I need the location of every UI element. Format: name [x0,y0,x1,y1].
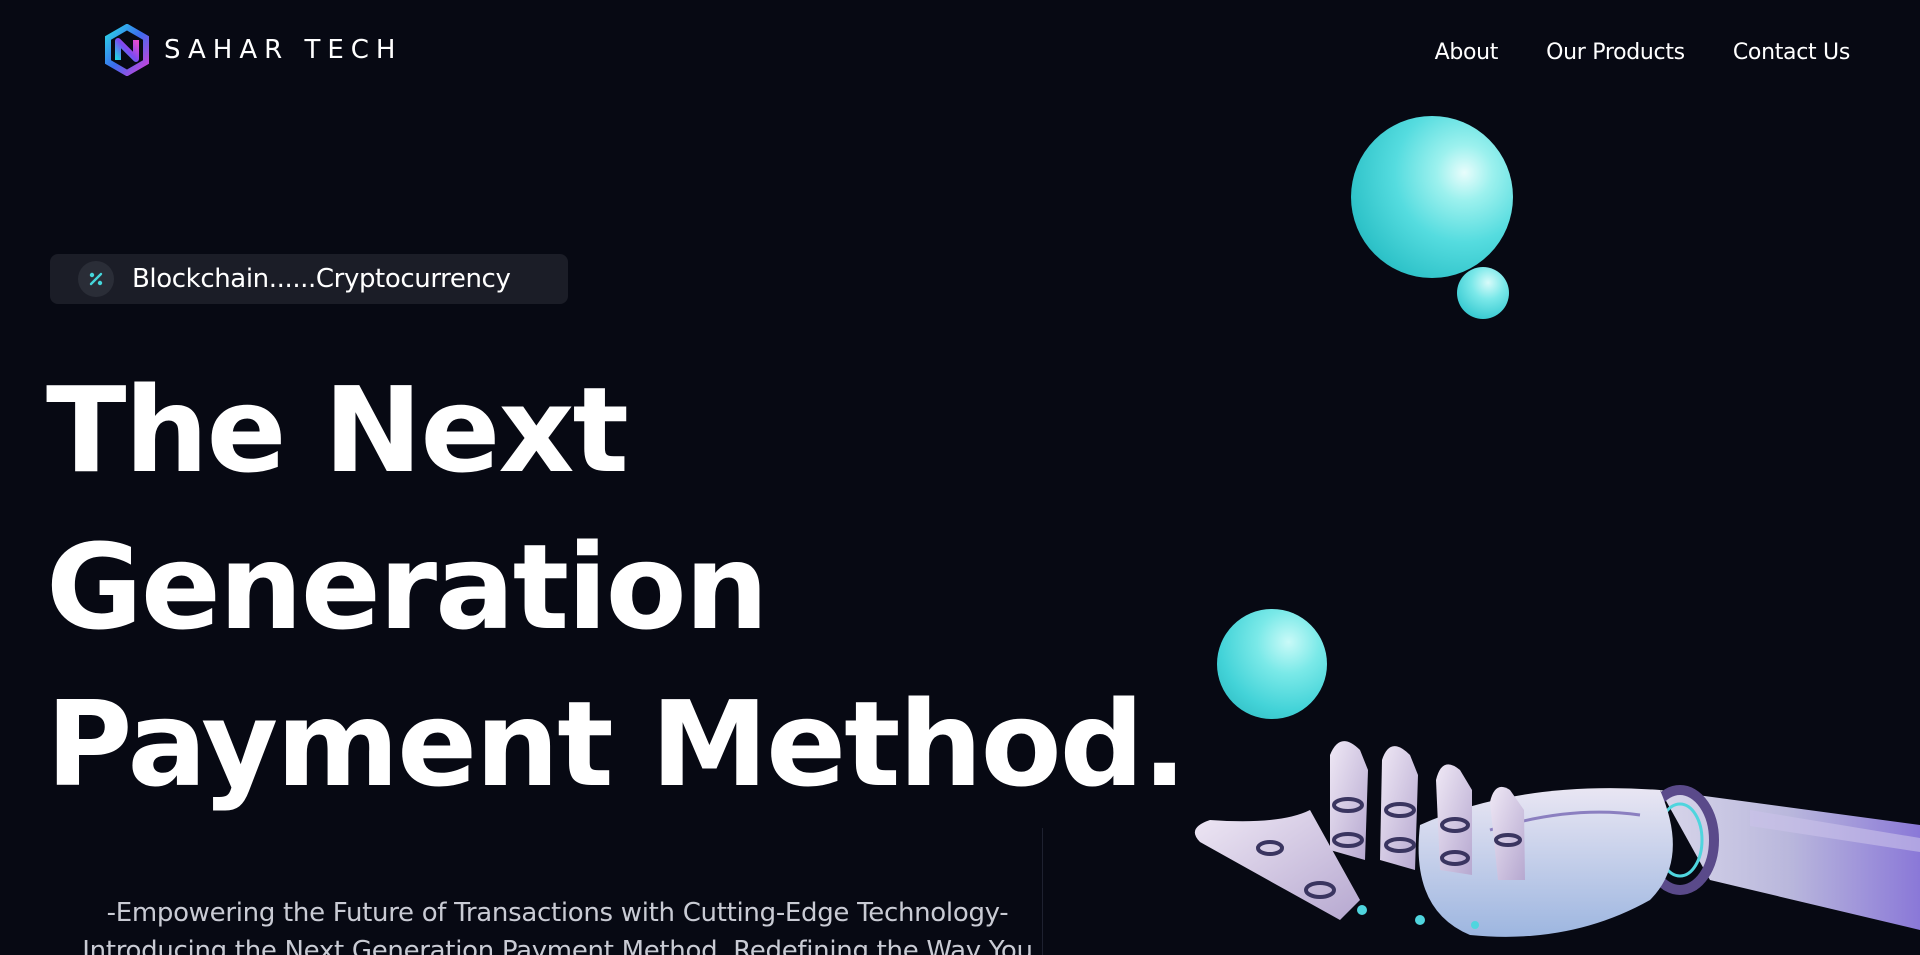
top-navigation: About Our Products Contact Us [1435,40,1851,65]
headline-line-3: Payment Method. [46,675,1187,813]
headline-line-1: The Next [46,361,629,499]
badge-text: Blockchain......Cryptocurrency [132,264,511,294]
cyan-sphere-icon [1457,267,1509,319]
nav-link-our-products[interactable]: Our Products [1546,40,1685,65]
subtitle-line-2: Introducing the Next Generation Payment … [82,936,1033,955]
headline-line-2: Generation [46,518,769,656]
hero-headline: The Next Generation Payment Method. [46,352,1187,823]
brand-name: SAHAR TECH [164,35,403,65]
hero-badge: Blockchain......Cryptocurrency [50,254,568,304]
nav-link-contact-us[interactable]: Contact Us [1733,40,1850,65]
cyan-sphere-icon [1217,609,1327,719]
logo-hexagon-icon [105,24,149,76]
cyan-sphere-icon [1351,116,1513,278]
percent-icon [78,261,114,297]
landing-page: SAHAR TECH About Our Products Contact Us… [0,0,1920,955]
subtitle-line-1: -Empowering the Future of Transactions w… [106,898,1009,928]
hero-subtitle: -Empowering the Future of Transactions w… [70,894,1045,955]
nav-link-about[interactable]: About [1435,40,1499,65]
brand-logo[interactable]: SAHAR TECH [104,24,402,76]
robot-hand-icon [1194,741,1920,937]
